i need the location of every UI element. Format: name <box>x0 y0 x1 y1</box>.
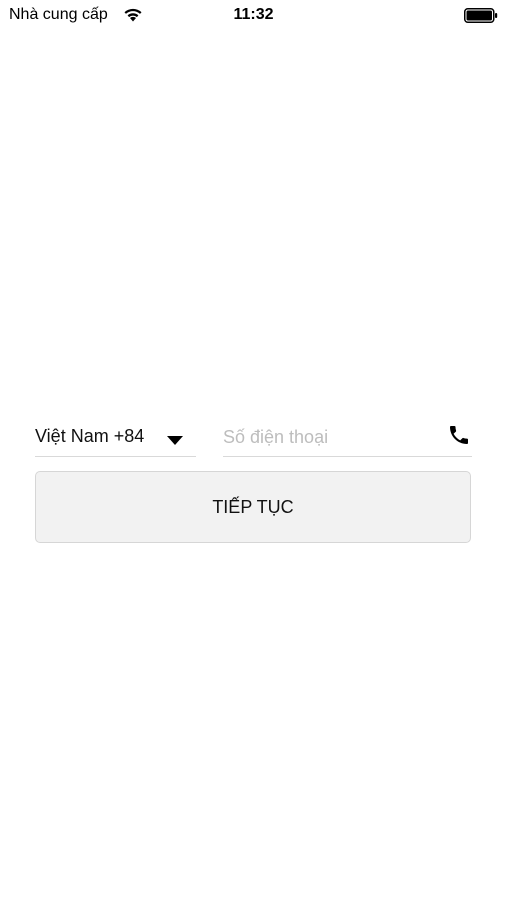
country-code-value: Việt Nam +84 <box>35 426 145 446</box>
dropdown-triangle-icon <box>167 432 183 445</box>
phone-number-input[interactable] <box>223 422 438 452</box>
status-time: 11:32 <box>233 6 274 23</box>
phone-icon <box>447 423 471 447</box>
status-bar: Nhà cung cấp 11:32 <box>0 0 507 30</box>
country-code-select[interactable]: Việt Nam +84 <box>35 418 196 457</box>
battery-icon <box>464 8 498 23</box>
phone-number-field <box>223 418 472 457</box>
continue-button[interactable]: TIẾP TỤC <box>35 471 471 543</box>
